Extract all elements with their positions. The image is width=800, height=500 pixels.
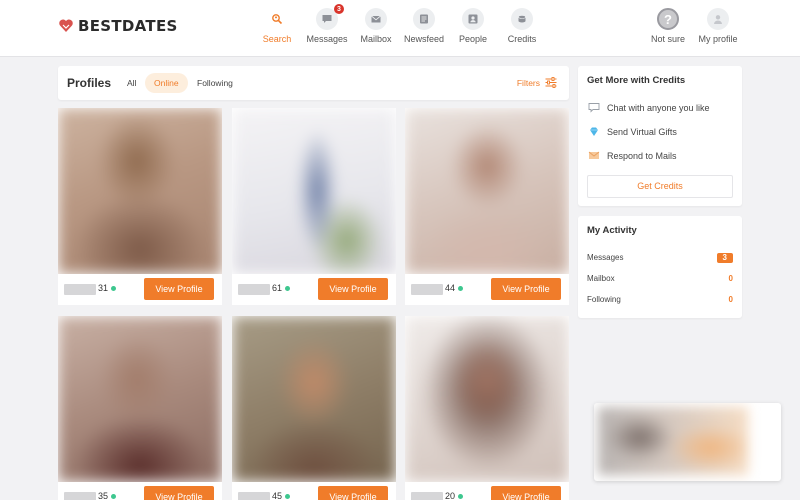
activity-count: 0 (728, 274, 733, 283)
credits-icon (518, 15, 526, 23)
activity-row-messages[interactable]: Messages 3 (587, 253, 733, 263)
logo[interactable]: BESTDATES (58, 17, 178, 35)
nav-label-my-profile: My profile (698, 34, 738, 44)
profile-age: 61 (272, 283, 283, 293)
activity-label: Mailbox (587, 274, 615, 283)
get-credits-button[interactable]: Get Credits (587, 175, 733, 198)
profile-age: 20 (445, 491, 456, 500)
profile-age: 35 (98, 491, 109, 500)
profiles-toolbar: Profiles All Online Following Filters (58, 66, 569, 100)
profile-age: 31 (98, 283, 109, 293)
blurred-name (64, 492, 96, 500)
chat-bubble-icon (588, 103, 600, 113)
online-indicator (111, 286, 116, 291)
profile-age: 44 (445, 283, 456, 293)
credit-benefit-label: Respond to Mails (607, 150, 677, 161)
online-indicator (285, 286, 290, 291)
nav-credits[interactable]: Credits (492, 8, 552, 44)
blurred-name (238, 284, 270, 295)
online-indicator (458, 494, 463, 499)
credit-benefit-label: Send Virtual Gifts (607, 126, 677, 137)
blurred-name (411, 284, 443, 295)
profile-photo[interactable] (405, 108, 569, 274)
floating-video-preview[interactable] (594, 403, 781, 481)
people-icon (468, 14, 478, 24)
view-profile-button[interactable]: View Profile (318, 278, 388, 300)
nav-label-credits: Credits (507, 34, 537, 44)
newsfeed-icon (420, 14, 428, 24)
sliders-icon (545, 77, 557, 88)
profile-photo[interactable] (232, 108, 396, 274)
view-profile-button[interactable]: View Profile (491, 486, 561, 500)
tab-online[interactable]: Online (145, 73, 188, 93)
blurred-name (411, 492, 443, 500)
blurred-name (238, 492, 270, 500)
online-indicator (285, 494, 290, 499)
profiles-title: Profiles (67, 76, 112, 90)
activity-panel-title: My Activity (587, 225, 637, 236)
help-icon: ? (657, 8, 679, 30)
credit-benefit-mails: Respond to Mails (588, 150, 677, 161)
online-indicator (111, 494, 116, 499)
view-profile-button[interactable]: View Profile (491, 278, 561, 300)
credit-benefit-label: Chat with anyone you like (607, 102, 710, 113)
credits-panel: Get More with Credits Chat with anyone y… (578, 66, 742, 206)
profile-photo[interactable] (58, 316, 222, 482)
filters-button[interactable]: Filters (517, 77, 557, 88)
blurred-name (64, 284, 96, 295)
profile-photo[interactable] (232, 316, 396, 482)
activity-row-mailbox[interactable]: Mailbox 0 (587, 274, 733, 283)
profile-photo[interactable] (405, 316, 569, 482)
view-profile-button[interactable]: View Profile (144, 486, 214, 500)
activity-label: Messages (587, 253, 624, 262)
profile-card[interactable]: 61 View Profile (232, 108, 396, 305)
gem-icon (590, 127, 598, 136)
search-icon (272, 14, 283, 25)
tab-all[interactable]: All (118, 73, 145, 93)
credit-benefit-chat: Chat with anyone you like (588, 102, 710, 113)
envelope-icon (588, 151, 600, 159)
activity-count-badge: 3 (716, 253, 733, 263)
online-indicator (458, 286, 463, 291)
avatar-icon (714, 15, 722, 24)
heart-logo-icon (59, 19, 73, 32)
profile-card[interactable]: 44 View Profile (405, 108, 569, 305)
credit-benefit-gifts: Send Virtual Gifts (588, 126, 677, 137)
profile-card[interactable]: 20 View Profile (405, 316, 569, 500)
profile-age: 45 (272, 491, 283, 500)
nav-my-profile[interactable]: My profile (688, 8, 748, 44)
filters-label: Filters (516, 77, 540, 88)
tab-following[interactable]: Following (188, 73, 242, 93)
profile-photo[interactable] (58, 108, 222, 274)
activity-label: Following (587, 295, 621, 304)
view-profile-button[interactable]: View Profile (144, 278, 214, 300)
profile-card[interactable]: 45 View Profile (232, 316, 396, 500)
view-profile-button[interactable]: View Profile (318, 486, 388, 500)
mail-icon (371, 15, 381, 23)
profile-card[interactable]: 31 View Profile (58, 108, 222, 305)
top-header: BESTDATES Search 3 Messages Mailbox News… (0, 0, 800, 57)
activity-count: 0 (728, 295, 733, 304)
preview-photo (598, 407, 748, 475)
chat-icon (322, 15, 332, 23)
profile-card[interactable]: 35 View Profile (58, 316, 222, 500)
activity-row-following[interactable]: Following 0 (587, 295, 733, 304)
activity-panel: My Activity Messages 3 Mailbox 0 Followi… (578, 216, 742, 318)
brand-name: BESTDATES (78, 17, 178, 35)
credits-panel-title: Get More with Credits (587, 75, 686, 86)
messages-badge: 3 (334, 4, 344, 14)
